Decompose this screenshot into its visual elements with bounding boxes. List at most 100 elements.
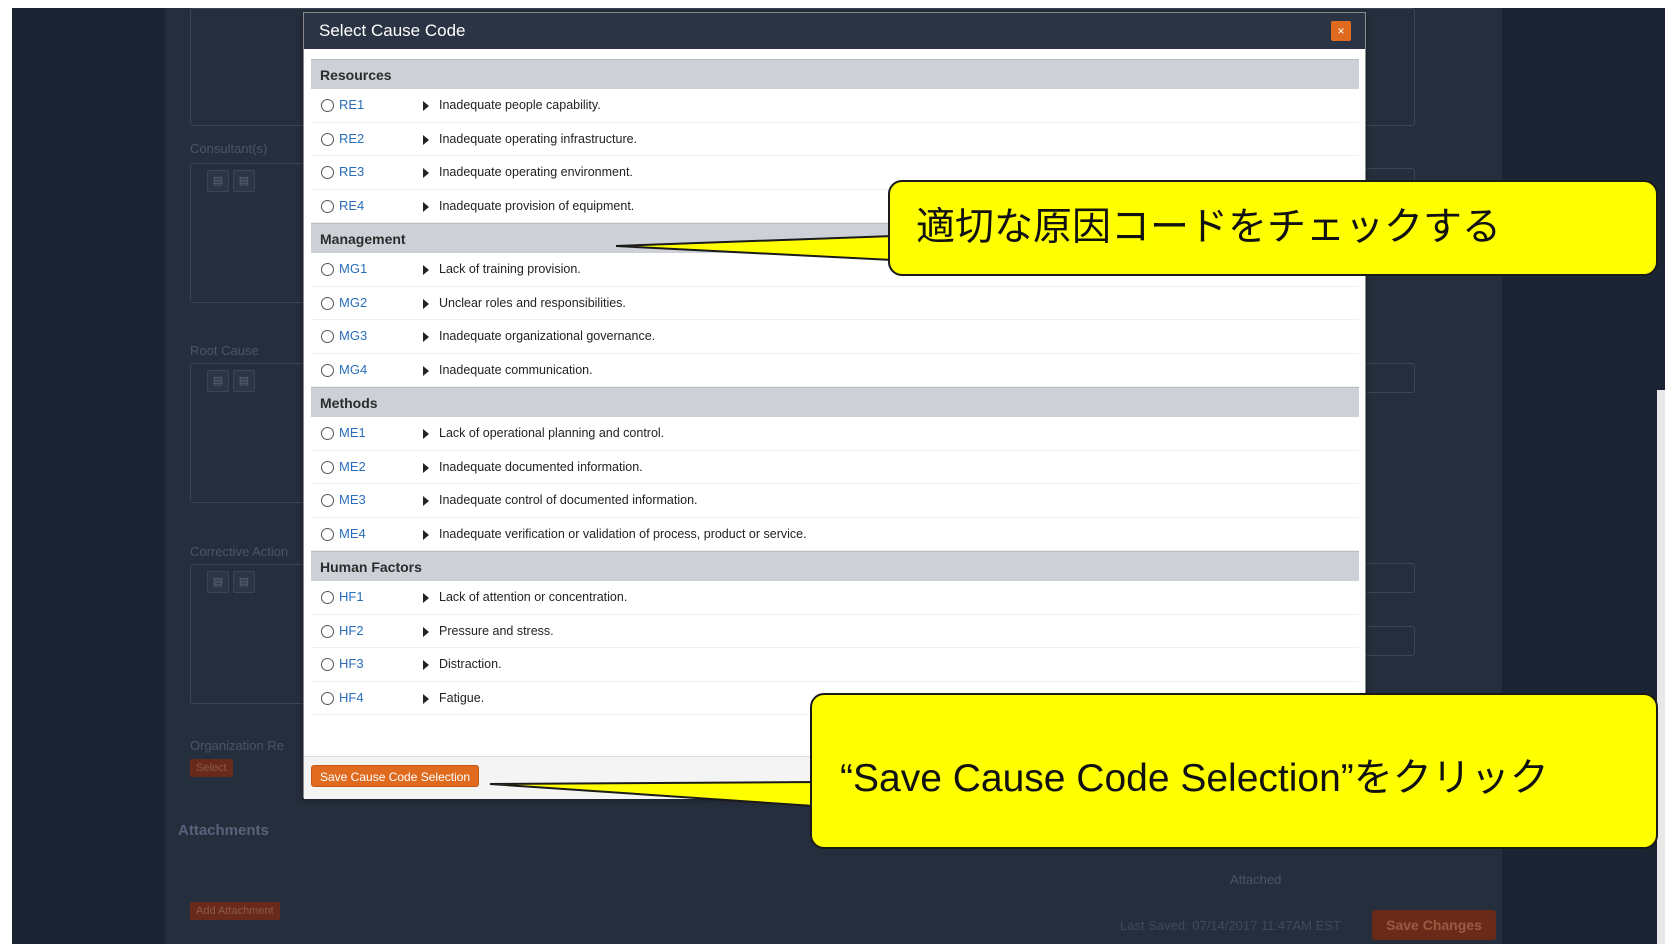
caret-right-icon[interactable] (423, 201, 429, 212)
cause-code-label[interactable]: ME1 (339, 425, 366, 440)
caret-right-icon[interactable] (423, 660, 429, 670)
cause-code-row[interactable]: ME4 Inadequate verification or validatio… (311, 518, 1359, 551)
cause-code-description: Inadequate documented information. (439, 459, 643, 474)
bg-toolbar-icon: ▤ (207, 571, 229, 593)
section-header-human-factors: Human Factors (311, 551, 1359, 581)
section-header-resources: Resources (311, 59, 1359, 89)
cause-code-description: Inadequate control of documented informa… (439, 493, 698, 507)
bg-last-saved: Last Saved: 07/14/2017 11:47AM EST (1120, 918, 1341, 933)
cause-code-radio[interactable] (321, 527, 334, 541)
cause-code-description: Inadequate provision of equipment. (439, 198, 635, 213)
caret-right-icon[interactable] (423, 626, 429, 637)
cause-code-radio[interactable] (321, 296, 334, 310)
cause-code-row[interactable]: ME2 Inadequate documented information. (311, 451, 1359, 484)
cause-code-description: Inadequate people capability. (439, 98, 601, 112)
cause-code-radio[interactable] (321, 330, 334, 343)
cause-code-description: Pressure and stress. (439, 623, 554, 638)
cause-code-row[interactable]: HF2 Pressure and stress. (311, 615, 1359, 648)
cause-code-label[interactable]: MG3 (339, 328, 367, 343)
caret-right-icon[interactable] (423, 332, 429, 342)
callout-check-cause-code-text: 適切な原因コードをチェックする (916, 206, 1502, 249)
cause-code-radio[interactable] (321, 99, 334, 112)
modal-header: Select Cause Code × (304, 13, 1365, 49)
caret-right-icon[interactable] (423, 265, 429, 275)
cause-code-description: Inadequate verification or validation of… (439, 526, 807, 541)
cause-code-description: Lack of operational planning and control… (439, 426, 665, 440)
cause-code-row[interactable]: ME1 Lack of operational planning and con… (311, 417, 1359, 451)
cause-code-row[interactable]: RE2 Inadequate operating infrastructure. (311, 123, 1359, 156)
bg-label-root-cause: Root Cause (190, 343, 259, 358)
cause-code-row[interactable]: RE1 Inadequate people capability. (311, 89, 1359, 123)
cause-code-row[interactable]: MG2 Unclear roles and responsibilities. (311, 287, 1359, 320)
right-edge-strip (1657, 390, 1665, 944)
cause-code-label[interactable]: RE2 (339, 131, 364, 146)
cause-code-label[interactable]: ME4 (339, 526, 366, 541)
bg-toolbar-icon: ▤ (207, 170, 229, 192)
cause-code-label[interactable]: HF4 (339, 690, 364, 705)
caret-right-icon[interactable] (423, 529, 429, 540)
bg-toolbar-icon: ▤ (233, 170, 255, 192)
cause-code-label[interactable]: HF1 (339, 589, 364, 604)
cause-code-row[interactable]: MG4 Inadequate communication. (311, 354, 1359, 387)
callout-check-cause-code: 適切な原因コードをチェックする (888, 180, 1658, 276)
caret-right-icon[interactable] (423, 101, 429, 111)
modal-title: Select Cause Code (319, 21, 466, 40)
cause-code-radio[interactable] (321, 591, 334, 604)
bg-attached-column: Attached (1230, 872, 1282, 887)
bg-toolbar-icon: ▤ (233, 370, 255, 392)
bg-label-organization: Organization Re (190, 738, 284, 753)
cause-code-radio[interactable] (321, 691, 334, 705)
cause-code-label[interactable]: HF2 (339, 623, 364, 638)
cause-code-radio[interactable] (321, 199, 334, 213)
cause-code-row[interactable]: HF3 Distraction. (311, 648, 1359, 682)
cause-code-description: Distraction. (439, 657, 502, 671)
cause-code-description: Lack of training provision. (439, 262, 581, 276)
cause-code-label[interactable]: RE4 (339, 198, 364, 213)
cause-code-label[interactable]: MG2 (339, 295, 367, 310)
callout-click-save-text: “Save Cause Code Selection”をクリック (840, 757, 1549, 800)
cause-code-list: Resources RE1 Inadequate people capabili… (311, 59, 1359, 715)
section-header-methods: Methods (311, 387, 1359, 417)
cause-code-radio[interactable] (321, 624, 334, 638)
cause-code-label[interactable]: MG4 (339, 362, 367, 377)
caret-right-icon[interactable] (423, 365, 429, 376)
cause-code-label[interactable]: RE1 (339, 97, 364, 112)
bg-attachments-title: Attachments (178, 822, 269, 839)
cause-code-label[interactable]: MG1 (339, 261, 367, 276)
callout-click-save: “Save Cause Code Selection”をクリック (810, 693, 1658, 849)
caret-right-icon[interactable] (423, 298, 429, 309)
cause-code-label[interactable]: RE3 (339, 164, 364, 179)
cause-code-label[interactable]: ME3 (339, 492, 366, 507)
cause-code-radio[interactable] (321, 494, 334, 507)
cause-code-radio[interactable] (321, 132, 334, 146)
cause-code-description: Inadequate operating infrastructure. (439, 131, 638, 146)
cause-code-radio[interactable] (321, 363, 334, 377)
caret-right-icon[interactable] (423, 429, 429, 439)
caret-right-icon[interactable] (423, 462, 429, 473)
bg-label-corrective-action: Corrective Action (190, 544, 289, 559)
cause-code-radio[interactable] (321, 263, 334, 276)
cause-code-radio[interactable] (321, 166, 334, 179)
caret-right-icon[interactable] (423, 134, 429, 145)
cause-code-label[interactable]: HF3 (339, 656, 364, 671)
caret-right-icon[interactable] (423, 593, 429, 603)
bg-label-consultants: Consultant(s) (190, 141, 268, 156)
cause-code-radio[interactable] (321, 460, 334, 474)
cause-code-radio[interactable] (321, 658, 334, 671)
cause-code-row[interactable]: MG3 Inadequate organizational governance… (311, 320, 1359, 354)
caret-right-icon[interactable] (423, 496, 429, 506)
cause-code-description: Lack of attention or concentration. (439, 590, 628, 604)
cause-code-description: Inadequate organizational governance. (439, 329, 656, 343)
cause-code-label[interactable]: ME2 (339, 459, 366, 474)
cause-code-description: Inadequate communication. (439, 362, 593, 377)
cause-code-row[interactable]: ME3 Inadequate control of documented inf… (311, 484, 1359, 518)
bg-date-field (1365, 563, 1415, 593)
caret-right-icon[interactable] (423, 168, 429, 178)
close-icon[interactable]: × (1331, 21, 1351, 41)
bg-field (1365, 363, 1415, 393)
save-cause-code-selection-button[interactable]: Save Cause Code Selection (311, 765, 480, 787)
cause-code-row[interactable]: HF1 Lack of attention or concentration. (311, 581, 1359, 615)
cause-code-radio[interactable] (321, 427, 334, 440)
cause-code-description: Fatigue. (439, 690, 485, 705)
caret-right-icon[interactable] (423, 693, 429, 704)
